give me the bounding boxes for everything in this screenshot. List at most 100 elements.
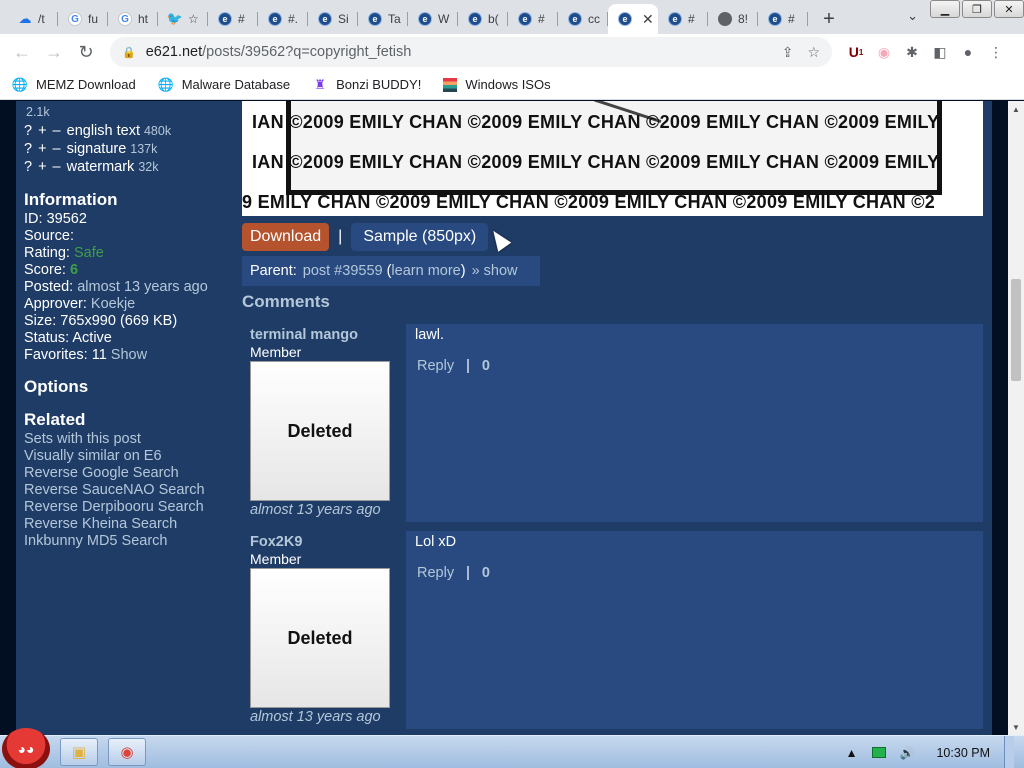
minimize-button[interactable]: ▁ — [930, 0, 960, 18]
tag-name[interactable]: watermark — [67, 159, 135, 175]
scroll-down-arrow-icon[interactable]: ▼ — [1008, 719, 1024, 735]
reload-icon[interactable]: ↻ — [70, 36, 102, 68]
page-scrollbar[interactable]: ▲ ▼ — [1008, 101, 1024, 735]
share-icon[interactable]: ⇪ — [782, 44, 794, 61]
extensions-puzzle-icon[interactable]: ✱ — [898, 38, 926, 66]
tag-exclude-link[interactable]: – — [53, 123, 61, 139]
tag-exclude-link[interactable]: – — [53, 159, 61, 175]
e621-icon: e — [518, 12, 532, 26]
related-visually-similar-link[interactable]: Visually similar on E6 — [24, 448, 162, 464]
clock[interactable]: 10:30 PM — [936, 746, 990, 760]
e621-icon: e — [618, 12, 632, 26]
show-children-link[interactable]: » show — [472, 263, 518, 279]
learn-more-link[interactable]: learn more — [391, 263, 460, 279]
rating-value[interactable]: Safe — [74, 245, 104, 261]
reply-link[interactable]: Reply — [417, 358, 454, 374]
tag-wiki-link[interactable]: ? — [24, 159, 32, 175]
tab-14[interactable]: 8! — [708, 4, 758, 34]
tab-7[interactable]: e Ta — [358, 4, 408, 34]
tag-name[interactable]: signature — [67, 141, 127, 157]
tag-exclude-link[interactable]: – — [53, 141, 61, 157]
tab-2[interactable]: Ght — [108, 4, 158, 34]
reply-link[interactable]: Reply — [417, 565, 454, 581]
tab-active[interactable]: e ✕ — [608, 4, 658, 34]
avatar[interactable]: Deleted — [250, 361, 390, 501]
related-sets-link[interactable]: Sets with this post — [24, 431, 141, 447]
side-panel-icon[interactable]: ◧ — [926, 38, 954, 66]
tab-4[interactable]: e # — [208, 4, 258, 34]
page-content: 2.1k ? + – english text 480k ? + – signature 137… — [0, 101, 1008, 735]
folder-icon: ▣ — [71, 744, 87, 761]
start-button[interactable]: ◕◕ — [2, 728, 50, 768]
tab-title: ht — [138, 12, 149, 26]
related-inkbunny-link[interactable]: Inkbunny MD5 Search — [24, 533, 167, 549]
tab-3[interactable]: 🐦 ☆ — [158, 4, 208, 34]
sample-button[interactable]: Sample (850px) — [351, 223, 489, 251]
bookmark-memz-download[interactable]: 🌐 MEMZ Download — [12, 77, 136, 93]
favorites-show-link[interactable]: Show — [111, 347, 147, 363]
tag-add-link[interactable]: + — [38, 123, 46, 139]
bookmark-windows-isos[interactable]: Windows ISOs — [443, 77, 551, 92]
bookmark-star-icon[interactable]: ☆ — [807, 44, 820, 61]
related-saucenao-link[interactable]: Reverse SauceNAO Search — [24, 482, 205, 498]
tab-search-chevron-icon[interactable]: ⌄ — [907, 8, 918, 24]
new-tab-button[interactable]: + — [814, 4, 844, 34]
approver-link[interactable]: Koekje — [91, 296, 135, 312]
watermark-line: IAN ©2009 EMILY CHAN ©2009 EMILY CHAN ©2… — [252, 152, 940, 172]
tab-11[interactable]: e cc — [558, 4, 608, 34]
tray-expand-icon[interactable]: ▲ — [846, 746, 858, 760]
comment-score[interactable]: 0 — [482, 565, 490, 581]
posted-value[interactable]: almost 13 years ago — [77, 279, 208, 295]
watermark-line: 9 EMILY CHAN ©2009 EMILY CHAN ©2009 EMIL… — [242, 192, 936, 212]
profile-avatar-icon[interactable]: ● — [954, 38, 982, 66]
comment-author-link[interactable]: terminal mango — [250, 327, 358, 343]
restore-button[interactable]: ❐ — [962, 0, 992, 18]
address-bar[interactable]: 🔒 e621.net/posts/39562?q=copyright_fetis… — [110, 37, 832, 67]
scroll-up-arrow-icon[interactable]: ▲ — [1008, 101, 1024, 117]
parent-post-link[interactable]: post #39559 — [303, 263, 383, 279]
tab-5[interactable]: e #. — [258, 4, 308, 34]
tag-wiki-link[interactable]: ? — [24, 141, 32, 157]
back-arrow-icon[interactable]: ← — [6, 36, 38, 68]
avatar[interactable]: Deleted — [250, 568, 390, 708]
post-sidebar: 2.1k ? + – english text 480k ? + – signature 137… — [16, 101, 236, 735]
tab-0[interactable]: ☁ /t — [8, 4, 58, 34]
tag-wiki-link[interactable]: ? — [24, 123, 32, 139]
forward-arrow-icon[interactable]: → — [38, 36, 70, 68]
tab-6[interactable]: e Si — [308, 4, 358, 34]
taskbar-explorer-button[interactable]: ▣ — [60, 738, 98, 766]
kebab-menu-icon[interactable]: ⋮ — [982, 38, 1010, 66]
bookmark-bonzi-buddy[interactable]: ♜ Bonzi BUDDY! — [312, 77, 421, 93]
tab-9[interactable]: e b( — [458, 4, 508, 34]
comment-timestamp-link[interactable]: almost 13 years ago — [250, 709, 381, 725]
comment-timestamp-link[interactable]: almost 13 years ago — [250, 502, 381, 518]
post-image[interactable]: IAN ©2009 EMILY CHAN ©2009 EMILY CHAN ©2… — [242, 101, 983, 216]
tag-add-link[interactable]: + — [38, 159, 46, 175]
tag-name[interactable]: english text — [67, 123, 140, 139]
bookmark-malware-database[interactable]: 🌐 Malware Database — [158, 77, 290, 93]
comment-author-link[interactable]: Fox2K9 — [250, 534, 302, 550]
related-google-link[interactable]: Reverse Google Search — [24, 465, 179, 481]
taskbar-chrome-button[interactable]: ◉ — [108, 738, 146, 766]
tab-13[interactable]: e # — [658, 4, 708, 34]
tab-10[interactable]: e # — [508, 4, 558, 34]
ublock-extension-icon[interactable]: U1 — [842, 38, 870, 66]
options-heading[interactable]: Options — [24, 377, 88, 397]
tab-1[interactable]: Gfu — [58, 4, 108, 34]
tab-title: # — [688, 12, 695, 26]
e621-icon: e — [668, 12, 682, 26]
network-icon[interactable] — [871, 747, 886, 758]
tag-add-link[interactable]: + — [38, 141, 46, 157]
tab-15[interactable]: e # — [758, 4, 808, 34]
close-tab-icon[interactable]: ✕ — [642, 11, 654, 28]
related-derpibooru-link[interactable]: Reverse Derpibooru Search — [24, 499, 204, 515]
related-kheina-link[interactable]: Reverse Kheina Search — [24, 516, 177, 532]
comment-score[interactable]: 0 — [482, 358, 490, 374]
download-button[interactable]: Download — [242, 223, 330, 251]
scrollbar-thumb[interactable] — [1011, 279, 1021, 381]
pride-extension-icon[interactable]: ◉ — [870, 38, 898, 66]
tab-8[interactable]: eW — [408, 4, 458, 34]
show-desktop-button[interactable] — [1004, 736, 1014, 768]
close-window-button[interactable]: ✕ — [994, 0, 1024, 18]
volume-icon[interactable]: 🔊 — [900, 746, 915, 760]
